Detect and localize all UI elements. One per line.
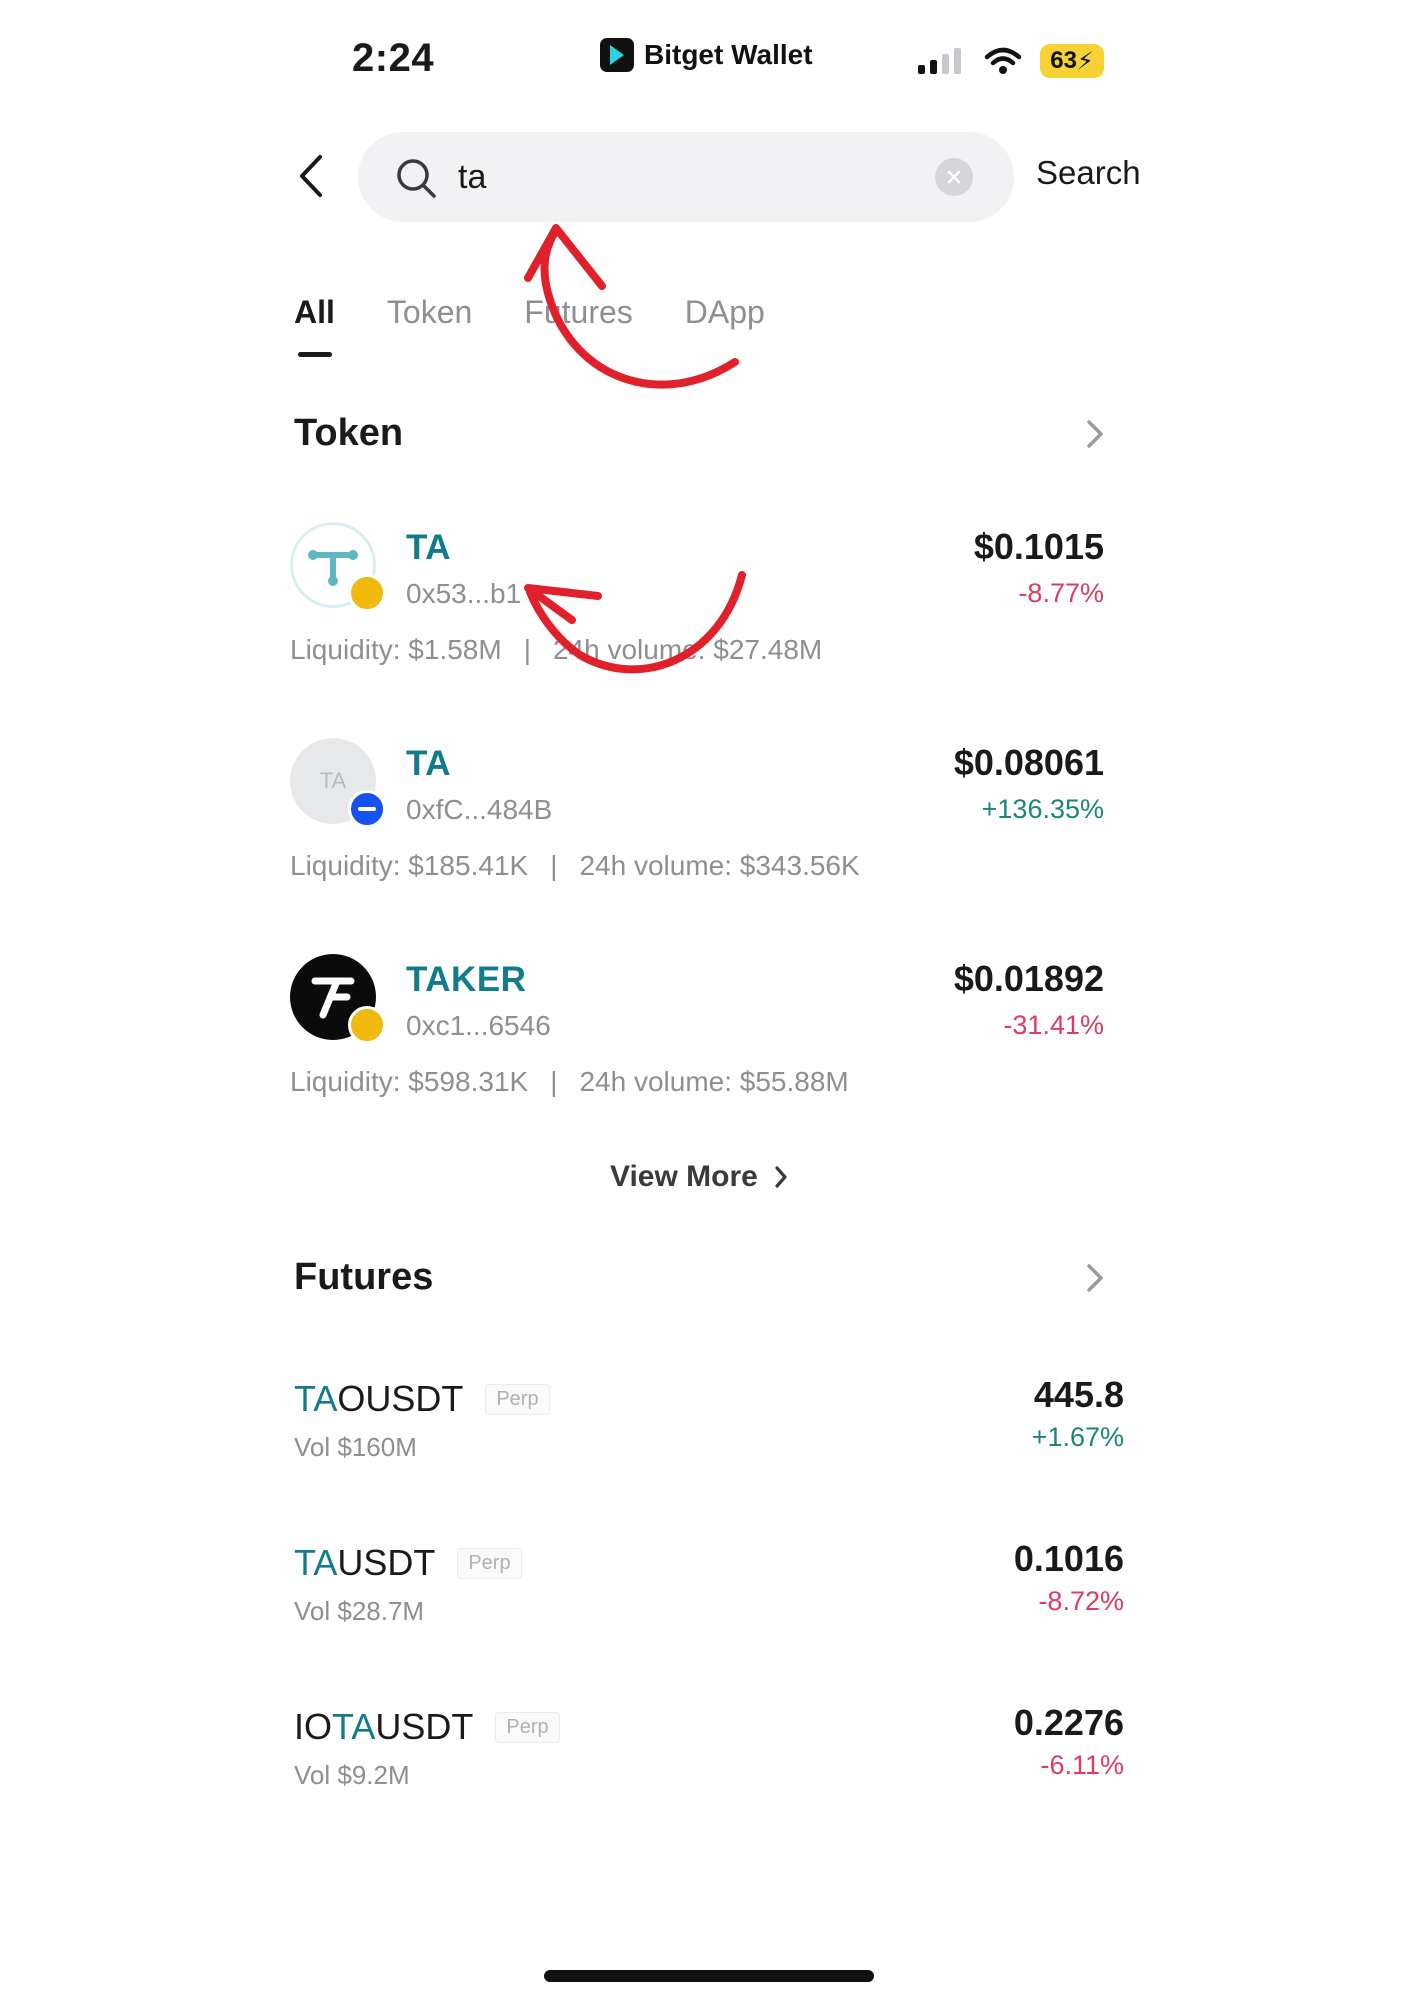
liquidity-label: Liquidity: $598.31K	[290, 1066, 529, 1097]
search-screen: 2:24 Bitget Wallet 63⚡ Search	[0, 0, 1414, 2000]
chevron-right-icon	[775, 1166, 787, 1188]
token-meta: Liquidity: $598.31K | 24h volume: $55.88M	[290, 1066, 849, 1098]
status-time: 2:24	[352, 36, 435, 80]
token-price: $0.01892	[953, 958, 1104, 999]
pair-symbol: TAOUSDT	[294, 1378, 464, 1419]
token-section-title: Token	[294, 412, 404, 454]
token-change: +136.35%	[981, 794, 1104, 824]
token-meta: Liquidity: $185.41K | 24h volume: $343.56K	[290, 850, 860, 882]
meta-separator: |	[550, 850, 558, 881]
search-bar[interactable]	[358, 132, 1014, 222]
bitget-logo-icon	[600, 38, 634, 72]
token-meta: Liquidity: $1.58M | 24h volume: $27.48M	[290, 634, 822, 666]
bnb-chain-badge-icon	[348, 1006, 386, 1044]
perp-tag: Perp	[485, 1383, 550, 1415]
close-icon	[947, 170, 961, 184]
token-address: 0xfC...484B	[406, 794, 553, 825]
futures-price: 0.2276	[1013, 1702, 1124, 1743]
bnb-chain-badge-icon	[348, 574, 386, 612]
tab-futures[interactable]: Futures	[524, 294, 632, 331]
search-icon	[397, 159, 436, 198]
perp-tag: Perp	[457, 1547, 522, 1579]
tab-token[interactable]: Token	[387, 294, 472, 331]
futures-volume: Vol $28.7M	[294, 1596, 425, 1626]
liquidity-label: Liquidity: $185.41K	[290, 850, 529, 881]
token-avatar-text: TA	[319, 768, 347, 793]
token-row-ta-base[interactable]: TA TA 0xfC...484B $0.08061 +136.35% Liqu…	[290, 738, 1114, 914]
meta-separator: |	[523, 634, 531, 665]
token-symbol: TA	[406, 744, 452, 783]
futures-price: 445.8	[1033, 1374, 1124, 1415]
futures-price: 0.1016	[1013, 1538, 1124, 1579]
pair-symbol: IOTAUSDT	[294, 1706, 474, 1747]
status-app-brand: Bitget Wallet	[600, 38, 813, 72]
futures-pair: TAOUSDT Perp	[294, 1378, 550, 1420]
battery-indicator: 63 ⚡	[1040, 44, 1104, 78]
futures-volume: Vol $9.2M	[294, 1760, 410, 1790]
futures-change: -6.11%	[1040, 1750, 1124, 1780]
result-tabs: All Token Futures DApp	[294, 294, 765, 357]
token-address: 0x53...b1	[406, 578, 522, 609]
battery-level: 63	[1050, 47, 1077, 74]
clear-search-button[interactable]	[935, 158, 973, 196]
signal-bar	[942, 54, 949, 74]
base-chain-badge-icon	[348, 790, 386, 828]
futures-volume: Vol $160M	[294, 1432, 417, 1462]
pair-symbol: TAUSDT	[294, 1542, 436, 1583]
futures-row-tausdt[interactable]: TAUSDT Perp Vol $28.7M 0.1016 -8.72%	[294, 1538, 1124, 1662]
futures-pair: IOTAUSDT Perp	[294, 1706, 560, 1748]
futures-section-chevron-icon[interactable]	[1080, 1258, 1110, 1298]
token-change: -31.41%	[1003, 1010, 1104, 1040]
token-address: 0xc1...6546	[406, 1010, 551, 1041]
signal-bar	[930, 60, 937, 74]
token-change: -8.77%	[1018, 578, 1104, 608]
futures-change: +1.67%	[1031, 1422, 1124, 1452]
token-row-ta-bnb[interactable]: TA 0x53...b1 $0.1015 -8.77% Liquidity: $…	[290, 522, 1114, 698]
volume-label: 24h volume: $27.48M	[552, 634, 823, 665]
futures-pair: TAUSDT Perp	[294, 1542, 522, 1584]
token-symbol: TAKER	[406, 960, 527, 999]
meta-separator: |	[550, 1066, 558, 1097]
wifi-icon	[984, 47, 1022, 74]
tab-dapp[interactable]: DApp	[685, 294, 765, 331]
status-app-name: Bitget Wallet	[644, 39, 813, 70]
futures-change: -8.72%	[1038, 1586, 1124, 1616]
liquidity-label: Liquidity: $1.58M	[290, 634, 502, 665]
chevron-left-icon	[300, 155, 322, 197]
signal-bar	[918, 65, 925, 74]
token-section-chevron-icon[interactable]	[1080, 414, 1110, 454]
cellular-signal-icon	[918, 48, 961, 74]
charging-bolt-icon: ⚡	[1076, 47, 1094, 75]
token-row-taker[interactable]: TAKER 0xc1...6546 $0.01892 -31.41% Liqui…	[290, 954, 1114, 1130]
token-price: $0.1015	[973, 526, 1104, 567]
perp-tag: Perp	[495, 1711, 560, 1743]
search-input[interactable]	[458, 148, 928, 206]
token-symbol: TA	[406, 528, 452, 567]
home-indicator	[544, 1970, 874, 1982]
search-button[interactable]: Search	[1036, 154, 1141, 192]
view-more-button[interactable]: View More	[610, 1160, 790, 1194]
futures-section-title: Futures	[294, 1256, 434, 1298]
token-price: $0.08061	[953, 742, 1104, 783]
back-button[interactable]	[290, 150, 330, 202]
futures-row-iotausdt[interactable]: IOTAUSDT Perp Vol $9.2M 0.2276 -6.11%	[294, 1702, 1124, 1826]
signal-bar	[954, 48, 961, 74]
futures-row-taousdt[interactable]: TAOUSDT Perp Vol $160M 445.8 +1.67%	[294, 1374, 1124, 1498]
view-more-label: View More	[610, 1160, 758, 1193]
volume-label: 24h volume: $343.56K	[579, 850, 860, 881]
volume-label: 24h volume: $55.88M	[579, 1066, 849, 1097]
tab-all[interactable]: All	[294, 294, 335, 357]
